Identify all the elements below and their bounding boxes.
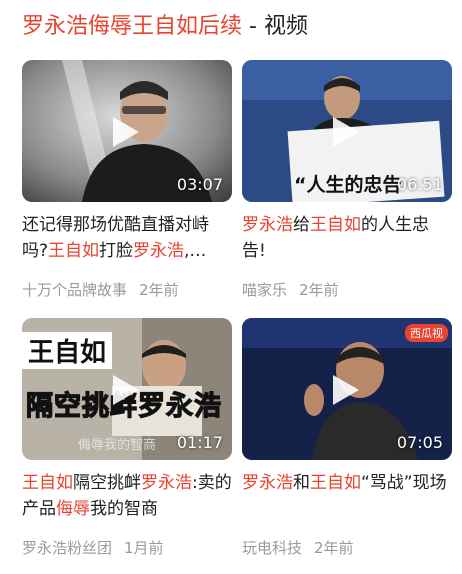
video-title[interactable]: 罗永浩和王自如“骂战”现场 [242, 470, 452, 522]
video-title[interactable]: 罗永浩给王自如的人生忠告! [242, 212, 452, 264]
title-highlight: 王自如 [310, 215, 361, 235]
video-time: 2年前 [314, 539, 354, 557]
play-icon [113, 117, 139, 147]
title-highlight: 王自如 [22, 473, 73, 493]
section-header: 罗永浩侮辱王自如后续 - 视频 [22, 10, 308, 44]
video-duration: 03:07 [176, 175, 223, 194]
video-card-4[interactable]: 西瓜视 07:05 罗永浩和王自如“骂战”现场 玩电科技 2年前 [242, 318, 452, 557]
title-highlight: 侮辱 [56, 499, 90, 519]
title-text: “骂战”现场 [361, 473, 447, 493]
video-time: 2年前 [299, 281, 339, 299]
play-icon [333, 117, 359, 147]
video-title[interactable]: 王自如隔空挑衅罗永浩:卖的产品侮辱我的智商 [22, 470, 232, 522]
video-duration: 07:05 [396, 433, 443, 452]
video-duration: 06:51 [396, 175, 443, 194]
title-highlight: 罗永浩 [141, 473, 192, 493]
video-meta: 喵家乐 2年前 [242, 279, 339, 300]
video-thumbnail[interactable]: “人生的忠告 06:51 [242, 60, 452, 202]
thumbnail-logo: 西瓜视 [405, 324, 448, 342]
section-label: 视频 [263, 14, 308, 39]
video-card-1[interactable]: 03:07 还记得那场优酷直播对峙吗?王自如打脸罗永浩,… 十万个品牌故事 2年前 [22, 60, 232, 299]
title-highlight: 王自如 [48, 241, 100, 261]
title-text: 打脸 [99, 241, 134, 261]
video-author[interactable]: 喵家乐 [242, 281, 287, 299]
play-icon [113, 375, 139, 405]
video-thumbnail[interactable]: 03:07 [22, 60, 232, 202]
video-author[interactable]: 玩电科技 [242, 539, 302, 557]
title-text: ,… [184, 241, 207, 261]
thumbnail-caption-top: 王自如 [22, 332, 113, 369]
thumbnail-subtitle: 侮辱我的智商 [78, 438, 157, 453]
title-highlight: 罗永浩 [242, 473, 293, 493]
video-card-3[interactable]: 王自如 隔空挑衅罗永浩 侮辱我的智商 01:17 王自如隔空挑衅罗永浩:卖的产品… [22, 318, 232, 557]
title-text: 隔空挑衅 [73, 473, 141, 493]
title-text: 给 [293, 215, 310, 235]
play-icon [333, 375, 359, 405]
title-text: 和 [293, 473, 310, 493]
video-card-2[interactable]: “人生的忠告 06:51 罗永浩给王自如的人生忠告! 喵家乐 2年前 [242, 60, 452, 299]
video-time: 2年前 [139, 281, 179, 299]
header-separator: - [242, 14, 264, 39]
title-highlight: 王自如 [310, 473, 361, 493]
video-time: 1月前 [124, 539, 164, 557]
video-meta: 玩电科技 2年前 [242, 537, 354, 558]
video-meta: 十万个品牌故事 2年前 [22, 279, 179, 300]
title-highlight: 罗永浩 [133, 241, 185, 261]
video-author[interactable]: 罗永浩粉丝团 [22, 539, 112, 557]
title-text: 我的智商 [90, 499, 158, 519]
video-thumbnail[interactable]: 西瓜视 07:05 [242, 318, 452, 460]
video-meta: 罗永浩粉丝团 1月前 [22, 537, 164, 558]
video-author[interactable]: 十万个品牌故事 [22, 281, 127, 299]
search-query-title: 罗永浩侮辱王自如后续 [22, 14, 243, 39]
video-thumbnail[interactable]: 王自如 隔空挑衅罗永浩 侮辱我的智商 01:17 [22, 318, 232, 460]
video-duration: 01:17 [176, 433, 223, 452]
thumbnail-caption: “人生的忠告 [294, 174, 402, 196]
title-highlight: 罗永浩 [242, 215, 293, 235]
video-title[interactable]: 还记得那场优酷直播对峙吗?王自如打脸罗永浩,… [22, 212, 232, 264]
